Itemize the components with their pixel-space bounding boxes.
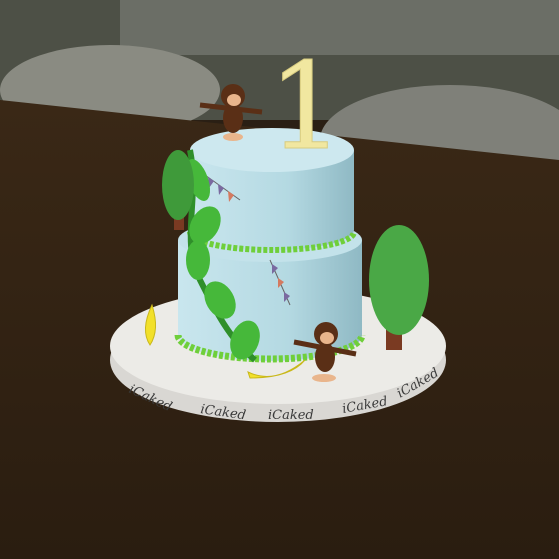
brand-text: iCaked [268, 408, 314, 423]
cake-scene: iCaked iCaked iCaked iCaked iCaked 1 [0, 0, 559, 559]
cake-illustration: iCaked iCaked iCaked iCaked iCaked 1 [0, 0, 559, 559]
number-one-topper: 1 [268, 38, 344, 177]
